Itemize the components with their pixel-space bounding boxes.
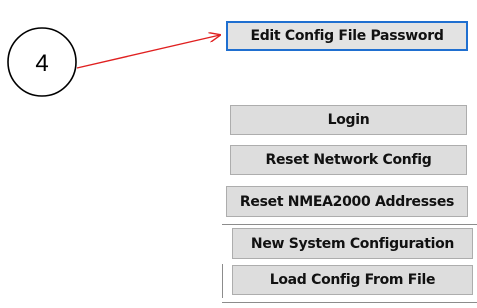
callout-arrow	[76, 35, 220, 69]
login-button[interactable]: Login	[230, 105, 467, 135]
reset-network-config-button[interactable]: Reset Network Config	[230, 145, 467, 175]
load-config-from-file-button[interactable]: Load Config From File	[232, 265, 473, 295]
edit-config-password-button[interactable]: Edit Config File Password	[226, 21, 468, 51]
new-system-configuration-button[interactable]: New System Configuration	[232, 228, 473, 259]
callout-circle	[7, 27, 77, 97]
callout-number: 4	[35, 50, 48, 77]
panel-left-edge	[222, 264, 223, 298]
reset-nmea2000-addresses-button[interactable]: Reset NMEA2000 Addresses	[226, 186, 468, 217]
panel-bottom-edge	[222, 302, 477, 303]
panel-divider	[222, 224, 477, 225]
